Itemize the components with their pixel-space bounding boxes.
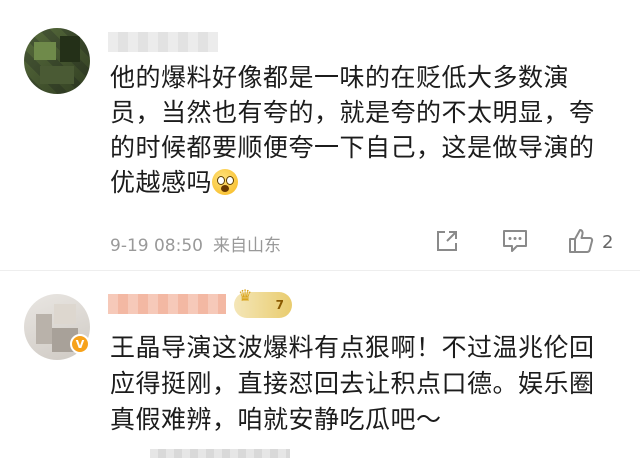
comment-icon [503, 230, 527, 252]
comment-text-line: 王晶导演这波爆料有点狠啊！不过温兆伦回 [110, 333, 595, 362]
avatar[interactable] [24, 28, 90, 94]
level-badge[interactable]: ♛ 7 [234, 286, 292, 318]
comment-date: 9-19 08:50 [110, 236, 203, 256]
comment-text: 王晶导演这波爆料有点狠啊！不过温兆伦回 应得挺刚，直接怼回去让积点口德。娱乐圈 … [110, 330, 622, 438]
like-button[interactable] [566, 226, 596, 256]
comment-text-line: 的时候都要顺便夸一下自己，这是做导演的 [110, 133, 595, 162]
astonished-emoji-icon [212, 169, 239, 195]
comment-meta: 9-19 08:50 来自山东 [110, 231, 291, 256]
reply-button[interactable] [500, 226, 530, 256]
comment-text-line: 真假难辨，咱就安静吃瓜吧～ [110, 405, 442, 434]
level-number: 7 [275, 298, 284, 312]
comment-item: 他的爆料好像都是一味的在贬低大多数演 员，当然也有夸的，就是夸的不太明显，夸 的… [0, 0, 640, 272]
comment-location: 来自山东 [212, 236, 281, 256]
comment-item: V ♛ 7 王晶导演这波爆料有点狠啊！不过温兆伦回 应得挺刚，直接怼回去让积点口… [0, 272, 640, 458]
crown-icon: ♛ [238, 286, 253, 305]
verified-badge: V [70, 334, 90, 354]
next-username-blurred [150, 449, 290, 458]
share-button[interactable] [432, 226, 462, 256]
share-icon [437, 231, 457, 251]
username-blurred[interactable] [108, 32, 218, 52]
comment-feed: 他的爆料好像都是一味的在贬低大多数演 员，当然也有夸的，就是夸的不太明显，夸 的… [0, 0, 640, 458]
username-blurred[interactable] [108, 294, 226, 314]
comment-text-line: 他的爆料好像都是一味的在贬低大多数演 [110, 63, 570, 92]
thumbs-up-icon [569, 229, 594, 253]
comment-text-line: 应得挺刚，直接怼回去让积点口德。娱乐圈 [110, 369, 595, 398]
divider [0, 270, 640, 271]
comment-text-last-line: 优越感吗 [110, 165, 622, 200]
comment-text-line: 优越感吗 [110, 168, 213, 197]
comment-text: 他的爆料好像都是一味的在贬低大多数演 员，当然也有夸的，就是夸的不太明显，夸 的… [110, 60, 622, 200]
comment-text-line: 员，当然也有夸的，就是夸的不太明显，夸 [110, 98, 595, 127]
like-count: 2 [602, 232, 614, 253]
